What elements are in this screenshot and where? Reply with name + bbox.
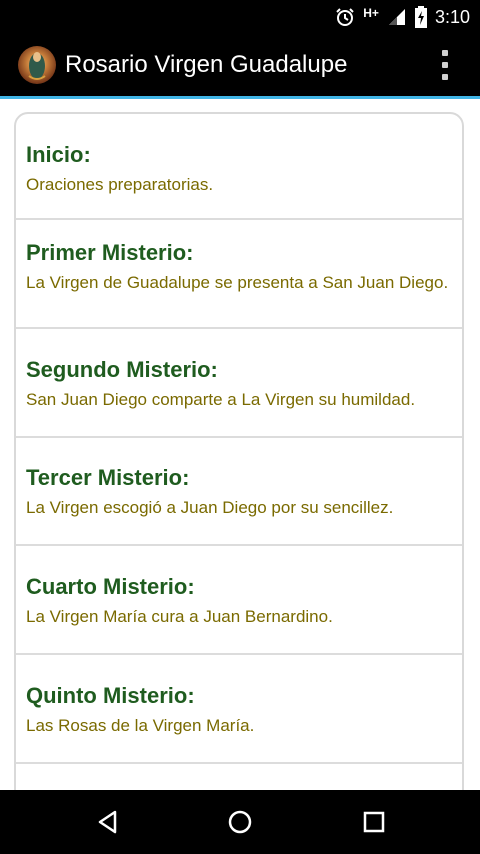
list-item-title: Cuarto Misterio: xyxy=(26,574,195,599)
navigation-bar xyxy=(0,790,480,854)
list-item-description: La Virgen escogió a Juan Diego por su se… xyxy=(26,498,394,517)
status-icons: H+ 3:10 xyxy=(335,0,470,34)
list-item-title: Quinto Misterio: xyxy=(26,683,195,708)
list-item-cuarto-misterio[interactable]: Cuarto Misterio: La Virgen María cura a … xyxy=(16,546,462,655)
list-item-description: Oraciones preparatorias. xyxy=(26,175,214,194)
list-item-title: Inicio: xyxy=(26,142,91,167)
mysteries-list: Inicio: Oraciones preparatorias. Primer … xyxy=(14,112,464,812)
list-item-description: La Virgen de Guadalupe se presenta a San… xyxy=(26,273,449,292)
list-item-title: Segundo Misterio: xyxy=(26,357,218,382)
back-icon[interactable] xyxy=(92,806,124,838)
list-item-quinto-misterio[interactable]: Quinto Misterio: Las Rosas de la Virgen … xyxy=(16,655,462,764)
battery-charging-icon xyxy=(414,6,427,28)
recents-icon[interactable] xyxy=(358,806,390,838)
app-title: Rosario Virgen Guadalupe xyxy=(65,51,348,78)
list-item-tercer-misterio[interactable]: Tercer Misterio: La Virgen escogió a Jua… xyxy=(16,438,462,546)
list-item-inicio[interactable]: Inicio: Oraciones preparatorias. xyxy=(16,114,462,220)
list-item-description: San Juan Diego comparte a La Virgen su h… xyxy=(26,390,416,409)
alarm-icon xyxy=(336,8,354,26)
list-item-segundo-misterio[interactable]: Segundo Misterio: San Juan Diego compart… xyxy=(16,329,462,438)
list-item-description: Las Rosas de la Virgen María. xyxy=(26,716,255,735)
overflow-menu-icon[interactable] xyxy=(440,50,450,80)
home-icon[interactable] xyxy=(224,806,256,838)
app-bar: Rosario Virgen Guadalupe xyxy=(0,34,480,99)
list-item-title: Tercer Misterio: xyxy=(26,465,190,490)
mysteries-list-container: Inicio: Oraciones preparatorias. Primer … xyxy=(0,99,480,812)
list-item-title: Primer Misterio: xyxy=(26,240,194,265)
network-type-label: H+ xyxy=(363,6,379,20)
status-bar: H+ 3:10 xyxy=(0,0,480,34)
app-logo-icon[interactable] xyxy=(18,46,56,84)
clock: 3:10 xyxy=(434,6,470,27)
list-item-primer-misterio[interactable]: Primer Misterio: La Virgen de Guadalupe … xyxy=(16,220,462,329)
signal-icon xyxy=(388,9,405,25)
list-item-description: La Virgen María cura a Juan Bernardino. xyxy=(26,607,333,626)
